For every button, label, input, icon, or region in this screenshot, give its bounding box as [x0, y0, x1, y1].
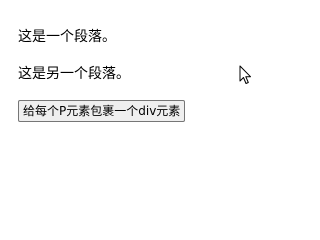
wrap-paragraphs-button[interactable]: 给每个P元素包裹一个div元素	[18, 100, 186, 122]
paragraph-1: 这是一个段落。	[18, 29, 116, 45]
paragraph-2: 这是另一个段落。	[18, 66, 130, 82]
arrow-cursor-icon	[239, 65, 251, 84]
